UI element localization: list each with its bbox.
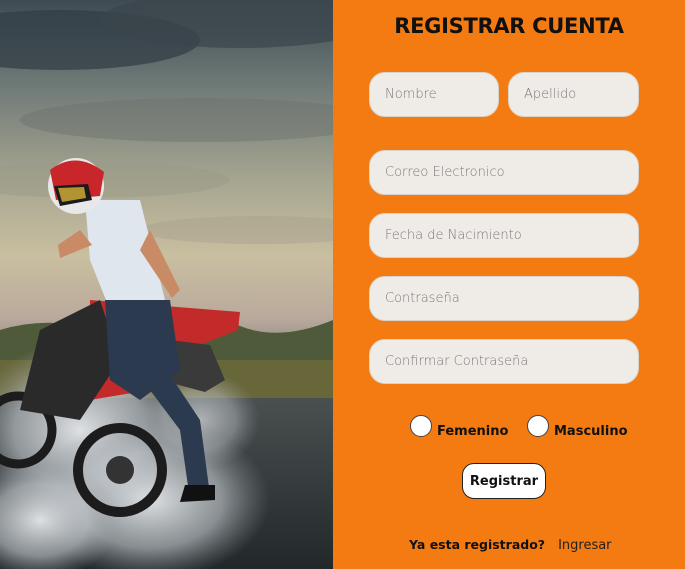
already-registered-text: Ya esta registrado?: [409, 537, 546, 552]
email-field[interactable]: [369, 150, 639, 195]
password-field[interactable]: [369, 276, 639, 321]
gender-female-option[interactable]: Femenino: [410, 415, 509, 439]
birth-date-field[interactable]: [369, 213, 639, 258]
page-title: REGISTRAR CUENTA: [394, 14, 624, 38]
female-label: Femenino: [437, 424, 509, 439]
confirm-password-field[interactable]: [369, 339, 639, 384]
first-name-field[interactable]: [369, 72, 499, 117]
gender-male-option[interactable]: Masculino: [527, 415, 628, 439]
hero-photo: [0, 0, 333, 569]
register-panel: REGISTRAR CUENTA Femenino Masculino Regi…: [333, 0, 685, 569]
login-link[interactable]: Ingresar: [558, 538, 611, 553]
male-label: Masculino: [554, 424, 628, 439]
login-prompt: Ya esta registrado? Ingresar: [409, 537, 612, 553]
male-radio[interactable]: [527, 415, 549, 437]
last-name-field[interactable]: [508, 72, 639, 117]
register-button[interactable]: Registrar: [462, 463, 546, 499]
female-radio[interactable]: [410, 415, 432, 437]
